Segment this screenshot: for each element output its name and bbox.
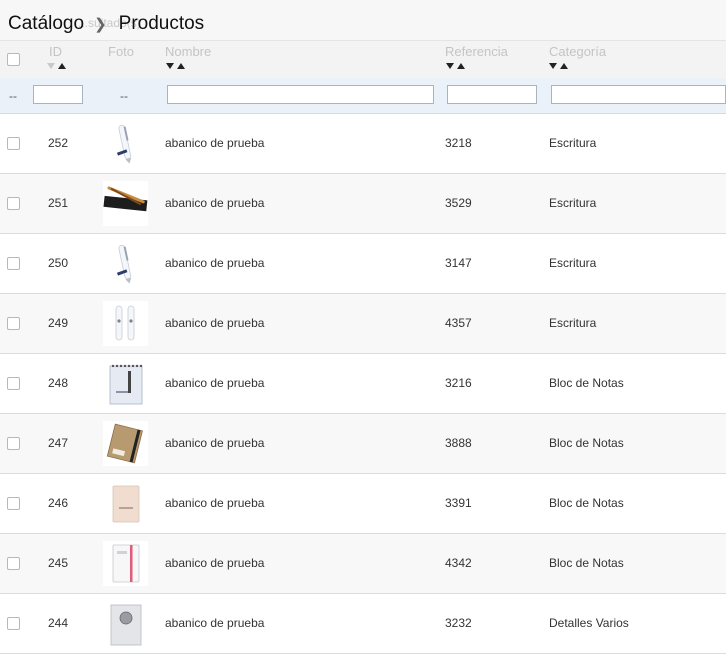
product-category: Escritura <box>549 256 597 270</box>
sort-asc-icon[interactable] <box>457 63 465 69</box>
chevron-right-icon: ❯ <box>94 16 107 33</box>
row-checkbox[interactable] <box>7 437 20 450</box>
product-category: Escritura <box>549 196 597 210</box>
product-id: 244 <box>48 616 69 630</box>
product-thumbnail[interactable] <box>103 301 148 346</box>
product-name: abanico de prueba <box>165 556 265 570</box>
breadcrumb: Catálogo ❯ Productos <box>8 12 204 36</box>
product-reference: 3888 <box>445 436 472 450</box>
select-all-checkbox[interactable] <box>7 53 20 66</box>
breadcrumb-parent[interactable]: Catálogo <box>8 13 84 35</box>
product-category: Escritura <box>549 136 597 150</box>
row-checkbox[interactable] <box>7 617 20 630</box>
product-thumbnail[interactable] <box>103 421 148 466</box>
filter-dash: -- <box>120 89 128 103</box>
row-checkbox[interactable] <box>7 197 20 210</box>
filter-id-input[interactable] <box>33 85 83 104</box>
product-category: Escritura <box>549 316 597 330</box>
product-name: abanico de prueba <box>165 436 265 450</box>
product-category: Bloc de Notas <box>549 496 624 510</box>
product-id: 251 <box>48 196 69 210</box>
product-reference: 3391 <box>445 496 472 510</box>
product-thumbnail[interactable] <box>103 601 148 646</box>
sort-category <box>549 63 568 69</box>
column-header-reference[interactable]: Referencia <box>445 44 508 59</box>
row-checkbox[interactable] <box>7 317 20 330</box>
row-checkbox[interactable] <box>7 557 20 570</box>
product-table-body: 252 abanico de prueba 3218 Escritura 251 aban… <box>0 114 726 654</box>
sort-desc-icon[interactable] <box>166 63 174 69</box>
table-row[interactable]: 246 abanico de prueba 3391 Bloc de Notas <box>0 474 726 534</box>
product-thumbnail[interactable] <box>103 361 148 406</box>
product-thumbnail[interactable] <box>103 181 148 226</box>
table-row[interactable]: 252 abanico de prueba 3218 Escritura <box>0 114 726 174</box>
row-checkbox[interactable] <box>7 257 20 270</box>
row-checkbox[interactable] <box>7 137 20 150</box>
product-category: Detalles Varios <box>549 616 629 630</box>
product-category: Bloc de Notas <box>549 376 624 390</box>
product-id: 247 <box>48 436 69 450</box>
column-header-id[interactable]: ID <box>49 44 62 59</box>
column-header-photo: Foto <box>108 44 135 59</box>
product-name: abanico de prueba <box>165 616 265 630</box>
table-row[interactable]: 244 abanico de prueba 3232 Detalles Varios <box>0 594 726 654</box>
sort-desc-icon[interactable] <box>446 63 454 69</box>
sort-asc-icon[interactable] <box>177 63 185 69</box>
product-id: 246 <box>48 496 69 510</box>
column-header-name[interactable]: Nombre <box>165 44 211 59</box>
table-row[interactable]: 250 abanico de prueba 3147 Escritura <box>0 234 726 294</box>
product-reference: 3147 <box>445 256 472 270</box>
product-category: Bloc de Notas <box>549 556 624 570</box>
filter-dash: -- <box>9 89 17 103</box>
product-reference: 3529 <box>445 196 472 210</box>
filter-row: -- -- <box>0 78 726 114</box>
product-id: 245 <box>48 556 69 570</box>
product-reference: 3218 <box>445 136 472 150</box>
product-id: 250 <box>48 256 69 270</box>
product-name: abanico de prueba <box>165 136 265 150</box>
product-name: abanico de prueba <box>165 376 265 390</box>
product-reference: 4342 <box>445 556 472 570</box>
product-thumbnail[interactable] <box>103 241 148 286</box>
product-thumbnail[interactable] <box>103 481 148 526</box>
filter-category-input[interactable] <box>551 85 726 104</box>
sort-name <box>166 63 185 69</box>
product-id: 249 <box>48 316 69 330</box>
product-name: abanico de prueba <box>165 256 265 270</box>
product-category: Bloc de Notas <box>549 436 624 450</box>
product-name: abanico de prueba <box>165 496 265 510</box>
product-reference: 4357 <box>445 316 472 330</box>
sort-asc-icon[interactable] <box>560 63 568 69</box>
sort-id <box>47 63 66 69</box>
sort-reference <box>446 63 465 69</box>
product-thumbnail[interactable] <box>103 541 148 586</box>
product-reference: 3232 <box>445 616 472 630</box>
sort-desc-icon[interactable] <box>47 63 55 69</box>
sort-asc-icon[interactable] <box>58 63 66 69</box>
product-id: 248 <box>48 376 69 390</box>
table-row[interactable]: 247 abanico de prueba 3888 Bloc de Notas <box>0 414 726 474</box>
page-title: Productos <box>118 13 205 34</box>
table-row[interactable]: 251 abanico de prueba 3529 Escritura <box>0 174 726 234</box>
product-name: abanico de prueba <box>165 196 265 210</box>
sort-desc-icon[interactable] <box>549 63 557 69</box>
table-row[interactable]: 248 abanico de prueba 3216 Bloc de Notas <box>0 354 726 414</box>
column-header-category[interactable]: Categoría <box>549 44 606 59</box>
product-thumbnail[interactable] <box>103 121 148 166</box>
row-checkbox[interactable] <box>7 377 20 390</box>
product-id: 252 <box>48 136 69 150</box>
table-row[interactable]: 249 abanico de prueba 4357 Escritura <box>0 294 726 354</box>
table-row[interactable]: 245 abanico de prueba 4342 Bloc de Notas <box>0 534 726 594</box>
filter-reference-input[interactable] <box>447 85 537 104</box>
table-header: ID Foto Nombre Referencia Categoría <box>0 40 726 79</box>
filter-name-input[interactable] <box>167 85 434 104</box>
product-reference: 3216 <box>445 376 472 390</box>
row-checkbox[interactable] <box>7 497 20 510</box>
product-name: abanico de prueba <box>165 316 265 330</box>
